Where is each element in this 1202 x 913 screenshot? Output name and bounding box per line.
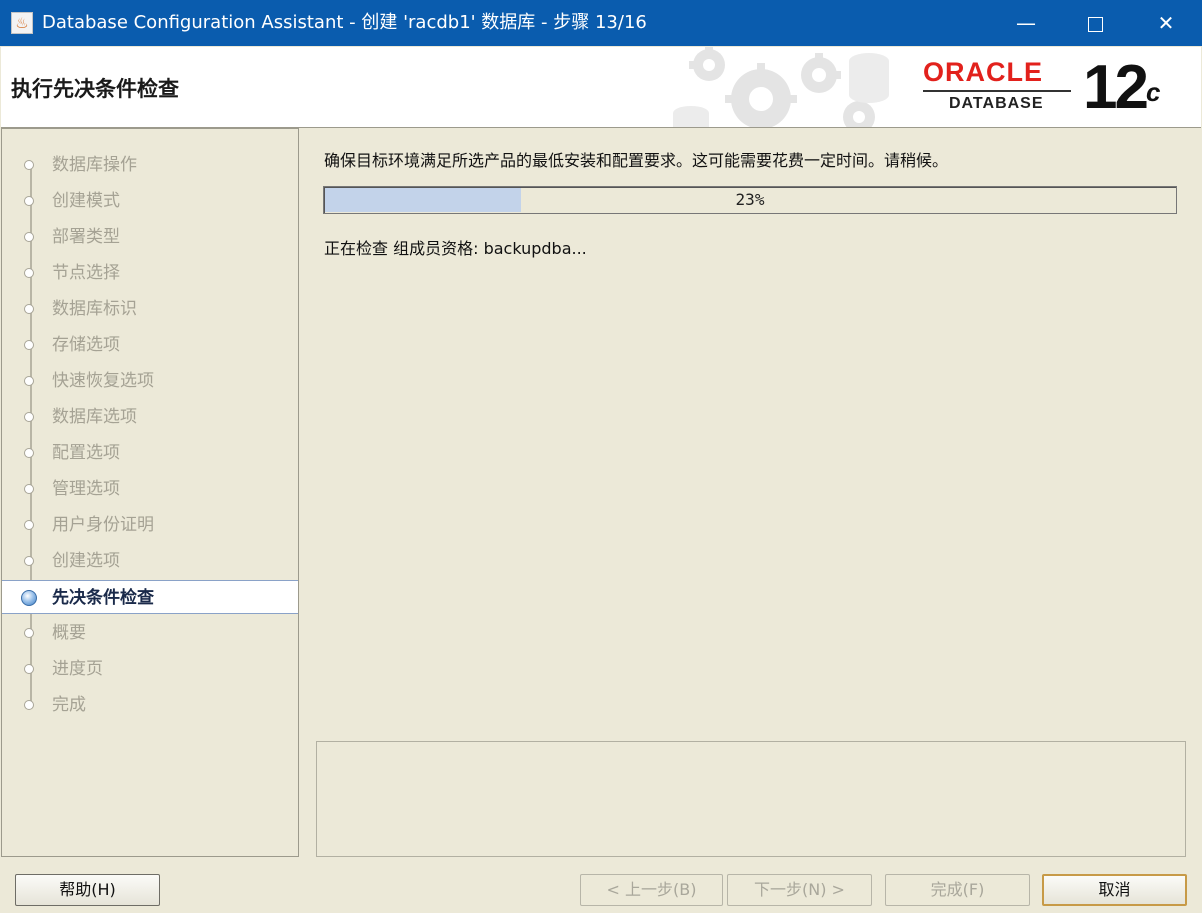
instruction-text: 确保目标环境满足所选产品的最低安装和配置要求。这可能需要花费一定时间。请稍候。 [324, 151, 949, 170]
cancel-button[interactable]: 取消 [1042, 874, 1187, 906]
step-item[interactable]: 用户身份证明 [2, 508, 298, 542]
minimize-button[interactable]: — [992, 0, 1060, 46]
step-indicator-icon [24, 484, 34, 494]
oracle-logo: ORACLE DATABASE [919, 57, 1079, 121]
step-item[interactable]: 快速恢复选项 [2, 364, 298, 398]
window-title: Database Configuration Assistant - 创建 'r… [42, 12, 647, 33]
progress-percent-label: 23% [735, 190, 765, 209]
step-indicator-icon [24, 700, 34, 710]
gears-graphic [673, 47, 889, 127]
step-indicator-icon [24, 304, 34, 314]
step-indicator-icon [21, 590, 37, 606]
maximize-button[interactable] [1061, 0, 1129, 46]
step-item[interactable]: 数据库选项 [2, 400, 298, 434]
step-label: 数据库选项 [52, 407, 137, 427]
logo-divider [923, 90, 1071, 92]
finish-button[interactable]: 完成(F) [885, 874, 1030, 906]
step-label: 进度页 [52, 659, 103, 679]
step-indicator-icon [24, 412, 34, 422]
step-indicator-icon [24, 340, 34, 350]
step-item[interactable]: 先决条件检查 [2, 580, 298, 614]
step-label: 创建选项 [52, 551, 120, 571]
step-indicator-icon [24, 196, 34, 206]
database-wordmark: DATABASE [949, 95, 1044, 112]
step-label: 完成 [52, 695, 86, 715]
close-button[interactable]: ✕ [1132, 0, 1200, 46]
step-label: 部署类型 [52, 227, 120, 247]
step-indicator-icon [24, 160, 34, 170]
main-content: 确保目标环境满足所选产品的最低安装和配置要求。这可能需要花费一定时间。请稍候。 … [300, 128, 1200, 857]
step-indicator-icon [24, 628, 34, 638]
step-label: 快速恢复选项 [52, 371, 154, 391]
step-indicator-icon [24, 520, 34, 530]
details-box [316, 741, 1186, 857]
help-button[interactable]: 帮助(H) [15, 874, 160, 906]
step-label: 先决条件检查 [52, 588, 154, 608]
step-item[interactable]: 概要 [2, 616, 298, 650]
step-item[interactable]: 进度页 [2, 652, 298, 686]
step-indicator-icon [24, 268, 34, 278]
step-indicator-icon [24, 376, 34, 386]
step-label: 节点选择 [52, 263, 120, 283]
steps-panel: 数据库操作创建模式部署类型节点选择数据库标识存储选项快速恢复选项 数据库选项配置选… [1, 128, 299, 857]
step-item[interactable]: 数据库操作 [2, 148, 298, 182]
step-item[interactable]: 节点选择 [2, 256, 298, 290]
maximize-icon [1087, 17, 1103, 32]
step-label: 存储选项 [52, 335, 120, 355]
step-item[interactable]: 创建模式 [2, 184, 298, 218]
step-label: 概要 [52, 623, 86, 643]
step-label: 管理选项 [52, 479, 120, 499]
step-indicator-icon [24, 448, 34, 458]
step-item[interactable]: 数据库标识 [2, 292, 298, 326]
step-item[interactable]: 部署类型 [2, 220, 298, 254]
version-suffix: c [1145, 77, 1161, 107]
page-title: 执行先决条件检查 [11, 77, 179, 101]
version-badge: 12c [1083, 53, 1160, 123]
title-bar: ♨ Database Configuration Assistant - 创建 … [0, 0, 1202, 46]
step-item[interactable]: 完成 [2, 688, 298, 722]
header-banner: 执行先决条件检查 ORACLE DATABASE 12c [1, 47, 1201, 128]
step-indicator-icon [24, 556, 34, 566]
step-item[interactable]: 配置选项 [2, 436, 298, 470]
oracle-wordmark: ORACLE [923, 57, 1043, 87]
step-item[interactable]: 创建选项 [2, 544, 298, 578]
step-label: 创建模式 [52, 191, 120, 211]
prev-button[interactable]: < 上一步(B) [580, 874, 723, 906]
step-indicator-icon [24, 232, 34, 242]
step-label: 数据库操作 [52, 155, 137, 175]
status-text: 正在检查 组成员资格: backupdba... [324, 239, 587, 258]
step-label: 配置选项 [52, 443, 120, 463]
step-item[interactable]: 存储选项 [2, 328, 298, 362]
progress-bar: 23% [323, 186, 1177, 214]
version-number: 12 [1083, 53, 1149, 122]
step-label: 用户身份证明 [52, 515, 154, 535]
step-item[interactable]: 管理选项 [2, 472, 298, 506]
step-label: 数据库标识 [52, 299, 137, 319]
step-indicator-icon [24, 664, 34, 674]
java-cup-icon[interactable]: ♨ [11, 12, 33, 34]
next-button[interactable]: 下一步(N) > [727, 874, 872, 906]
